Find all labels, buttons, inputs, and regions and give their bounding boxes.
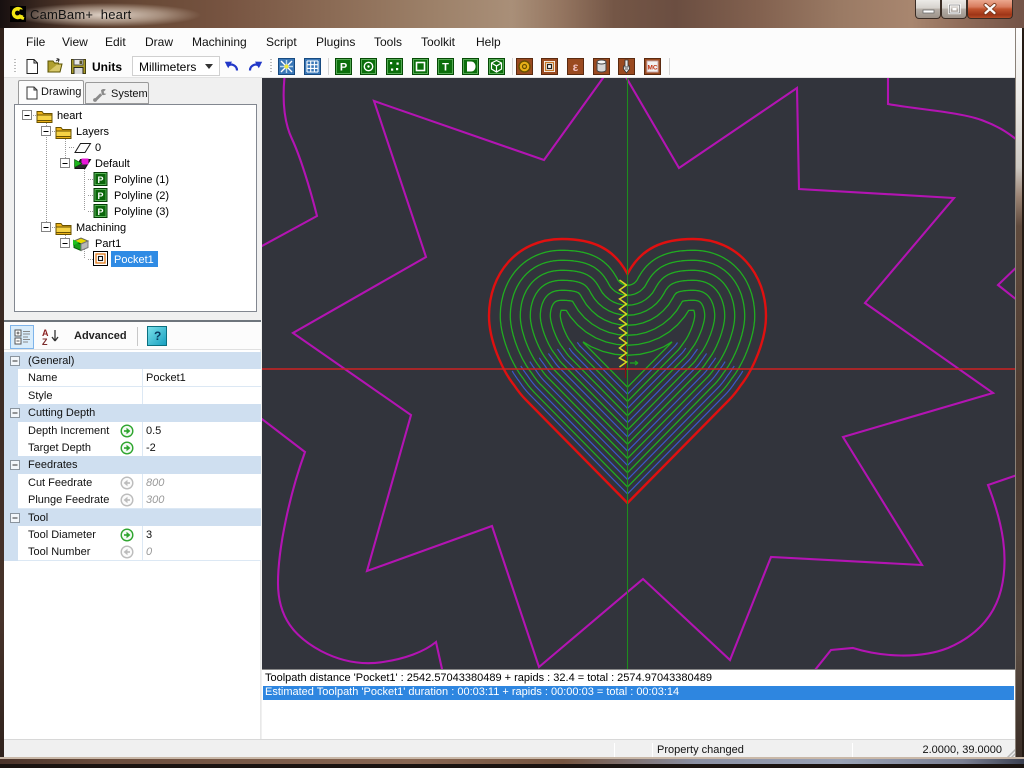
svg-text:Machining: Machining — [76, 222, 126, 234]
svg-text:Polyline (1): Polyline (1) — [114, 174, 169, 186]
svg-text:Part1: Part1 — [95, 238, 121, 250]
svg-text:heart: heart — [57, 110, 82, 122]
svg-text:Pocket1: Pocket1 — [114, 254, 154, 266]
svg-text:Layers: Layers — [76, 126, 110, 138]
svg-text:P: P — [340, 62, 347, 74]
svg-text:Polyline (3): Polyline (3) — [114, 206, 169, 218]
svg-text:Default: Default — [95, 158, 130, 170]
svg-text:MC: MC — [647, 65, 657, 72]
svg-text:0: 0 — [95, 142, 101, 154]
svg-text:Z: Z — [42, 337, 48, 347]
svg-text:P: P — [97, 175, 103, 185]
svg-text:Polyline (2): Polyline (2) — [114, 190, 169, 202]
svg-text:ε: ε — [573, 60, 579, 74]
svg-text:T: T — [442, 62, 449, 74]
